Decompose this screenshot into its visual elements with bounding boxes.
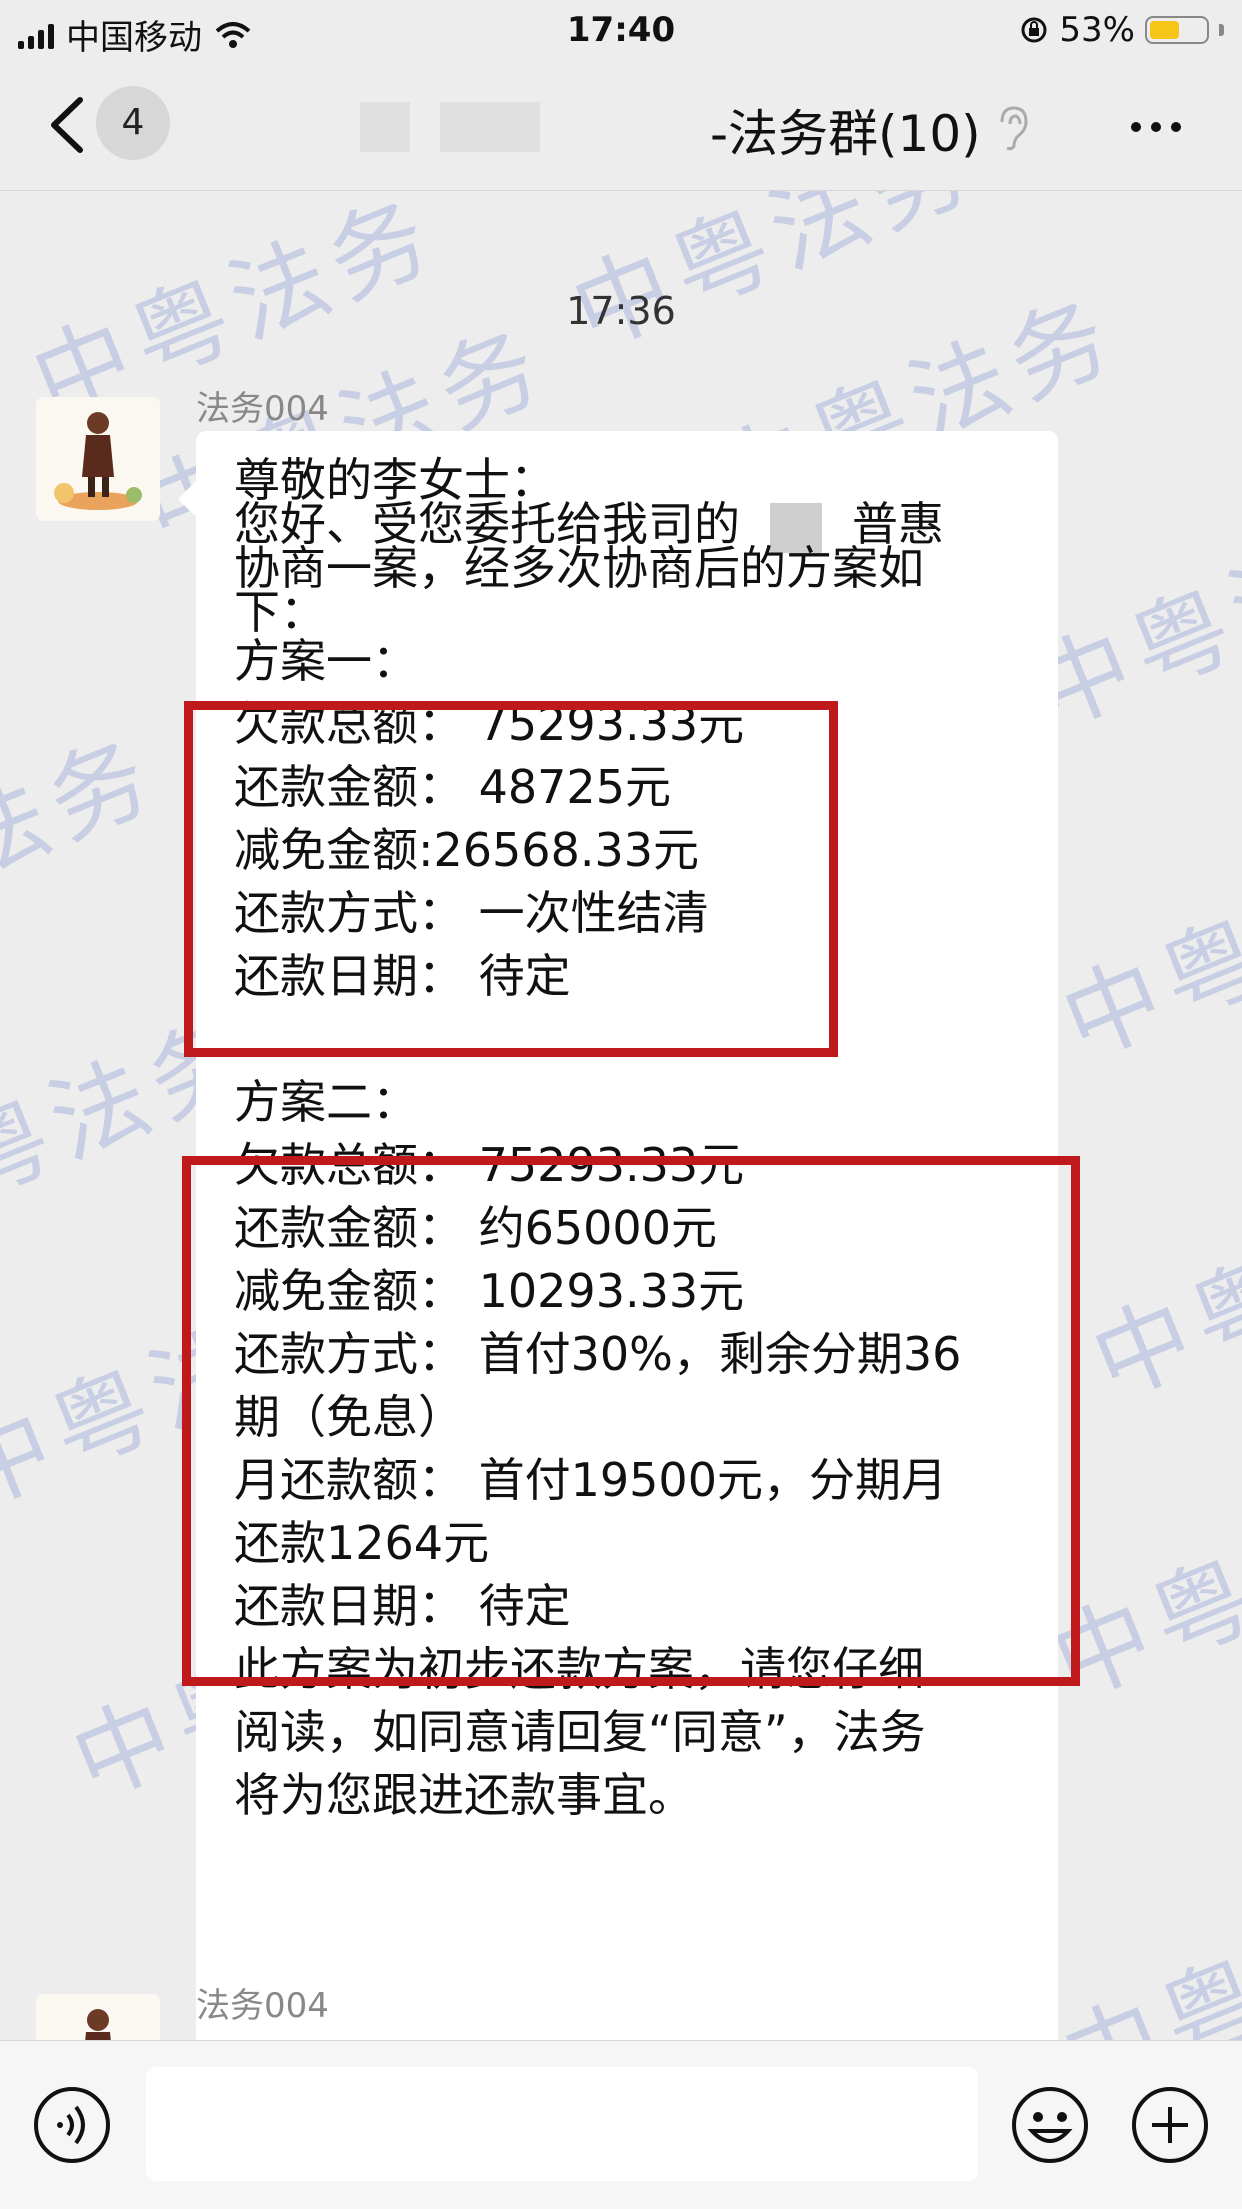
input-bar — [0, 2040, 1242, 2209]
message-line: 方案一： — [234, 634, 418, 688]
avatar-image — [36, 397, 160, 521]
status-bar: 中国移动 17:40 53% — [0, 0, 1242, 62]
message-line: 阅读，如同意请回复“同意”，法务 — [234, 1705, 926, 1759]
message-input[interactable] — [146, 2067, 978, 2181]
redacted-name — [570, 101, 620, 152]
voice-icon[interactable] — [32, 2085, 112, 2165]
battery-cap — [1219, 24, 1224, 36]
sender-name: 法务004 — [196, 389, 329, 429]
watermark: 中粤法务 — [1047, 817, 1242, 1080]
bubble-arrow — [178, 481, 196, 517]
ear-icon — [1000, 106, 1028, 151]
chat-title[interactable]: -法务群(10) — [360, 94, 1020, 163]
chat-header: 4 -法务群(10) — [0, 62, 1242, 191]
chat-title-text: -法务群(10) — [710, 105, 981, 163]
orientation-lock-icon — [1021, 17, 1047, 43]
message-line: 协商一案，经多次协商后的方案如 — [234, 541, 924, 595]
emoji-icon[interactable] — [1010, 2085, 1090, 2165]
avatar[interactable] — [36, 1994, 160, 2041]
more-icon[interactable] — [1126, 102, 1186, 152]
message-line: 方案二： — [234, 1075, 418, 1129]
highlight-box-plan2 — [182, 1156, 1080, 1686]
watermark: 中粤法务 — [1077, 1157, 1242, 1420]
watermark: 中粤法务 — [0, 717, 173, 980]
battery-fill — [1150, 21, 1179, 39]
chat-area[interactable]: 中粤法务 中粤法务 中粤法务 中粤法务 中粤法务 中粤法务 中粤法务 中粤法务 … — [0, 191, 1242, 2041]
watermark: 中粤法务 — [1047, 1857, 1242, 2041]
battery-icon — [1145, 16, 1209, 44]
battery-percent: 53% — [1059, 10, 1135, 50]
status-right: 53% — [1019, 10, 1224, 50]
sender-name: 法务004 — [196, 1986, 329, 2026]
chevron-left-icon[interactable] — [40, 92, 100, 158]
watermark: 中粤法务 — [557, 191, 993, 370]
plus-icon[interactable] — [1130, 2085, 1210, 2165]
avatar-image — [36, 1994, 160, 2041]
redacted-name — [440, 101, 540, 152]
message-line: 将为您跟进还款事宜。 — [234, 1768, 694, 1822]
avatar[interactable] — [36, 397, 160, 521]
redacted-name — [360, 101, 410, 152]
message-timestamp: 17:36 — [566, 289, 676, 333]
unread-badge[interactable]: 4 — [96, 86, 170, 160]
highlight-box-plan1 — [184, 701, 838, 1057]
